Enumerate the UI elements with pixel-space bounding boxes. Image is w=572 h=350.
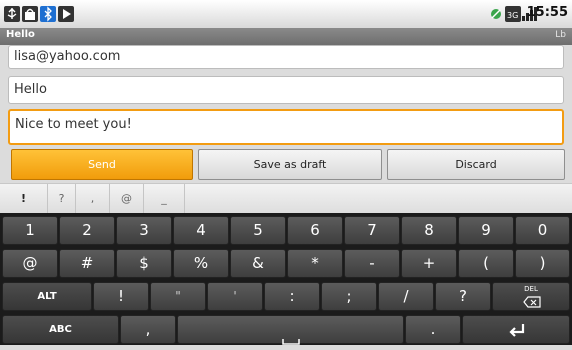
key-at[interactable]: @: [2, 249, 58, 278]
save-draft-button[interactable]: Save as draft: [198, 149, 382, 180]
key-3[interactable]: 3: [116, 216, 172, 245]
key-double-quote[interactable]: ": [150, 282, 206, 311]
sync-icon: [488, 6, 504, 22]
key-minus[interactable]: -: [344, 249, 400, 278]
suggestion-item[interactable]: ?: [48, 184, 76, 214]
key-paren-open[interactable]: (: [458, 249, 514, 278]
play-icon: [58, 6, 74, 22]
key-percent[interactable]: %: [173, 249, 229, 278]
subject-value: Hello: [14, 82, 47, 97]
key-dollar[interactable]: $: [116, 249, 172, 278]
send-label: Send: [88, 158, 116, 171]
key-7[interactable]: 7: [344, 216, 400, 245]
body-value: Nice to meet you!: [15, 117, 132, 132]
key-2[interactable]: 2: [59, 216, 115, 245]
usb-icon: [4, 6, 20, 22]
suggestion-item[interactable]: !: [0, 184, 48, 214]
key-6[interactable]: 6: [287, 216, 343, 245]
discard-button[interactable]: Discard: [387, 149, 565, 180]
key-delete[interactable]: DEL: [492, 282, 570, 311]
page-title: Hello: [6, 29, 35, 40]
key-semicolon[interactable]: ;: [321, 282, 377, 311]
key-alt[interactable]: ALT: [2, 282, 92, 311]
key-question[interactable]: ?: [435, 282, 491, 311]
key-1[interactable]: 1: [2, 216, 58, 245]
suggestion-item[interactable]: _: [144, 184, 185, 214]
enter-icon: [508, 322, 526, 342]
key-space[interactable]: [177, 315, 404, 345]
key-4[interactable]: 4: [173, 216, 229, 245]
bluetooth-icon: [40, 6, 56, 22]
key-enter[interactable]: [462, 315, 570, 344]
suggestion-item[interactable]: @: [110, 184, 144, 214]
body-field[interactable]: Nice to meet you!: [8, 109, 564, 145]
key-5[interactable]: 5: [230, 216, 286, 245]
delete-label: DEL: [524, 285, 538, 293]
to-value: lisa@yahoo.com: [14, 49, 121, 64]
key-colon[interactable]: :: [264, 282, 320, 311]
title-bar: Hello Lb: [0, 28, 572, 45]
key-paren-close[interactable]: ): [515, 249, 570, 278]
key-9[interactable]: 9: [458, 216, 514, 245]
key-exclamation[interactable]: !: [93, 282, 149, 311]
key-single-quote[interactable]: ': [207, 282, 263, 311]
discard-label: Discard: [455, 158, 497, 171]
key-8[interactable]: 8: [401, 216, 457, 245]
space-icon: [282, 332, 300, 350]
bag-icon: [22, 6, 38, 22]
key-asterisk[interactable]: *: [287, 249, 343, 278]
key-0[interactable]: 0: [515, 216, 570, 245]
key-hash[interactable]: #: [59, 249, 115, 278]
keyboard: 1 2 3 4 5 6 7 8 9 0 @ # $ % & * - + ( ) …: [0, 213, 572, 345]
suggestion-item[interactable]: ,: [76, 184, 110, 214]
key-period[interactable]: .: [405, 315, 461, 344]
suggestion-strip: ! ? , @ _: [0, 183, 572, 215]
subject-field[interactable]: Hello: [8, 76, 564, 104]
svg-text:3G: 3G: [507, 11, 518, 20]
save-draft-label: Save as draft: [253, 158, 327, 171]
backspace-icon: [523, 294, 541, 312]
key-comma[interactable]: ,: [120, 315, 176, 344]
key-abc[interactable]: ABC: [2, 315, 119, 344]
title-bar-right: Lb: [555, 30, 566, 40]
send-button[interactable]: Send: [11, 149, 193, 180]
status-bar: 3G 15:55: [0, 0, 572, 29]
status-time: 15:55: [526, 5, 568, 20]
network-3g-icon: 3G: [505, 6, 521, 22]
to-field[interactable]: lisa@yahoo.com: [8, 45, 564, 69]
key-ampersand[interactable]: &: [230, 249, 286, 278]
key-plus[interactable]: +: [401, 249, 457, 278]
key-slash[interactable]: /: [378, 282, 434, 311]
